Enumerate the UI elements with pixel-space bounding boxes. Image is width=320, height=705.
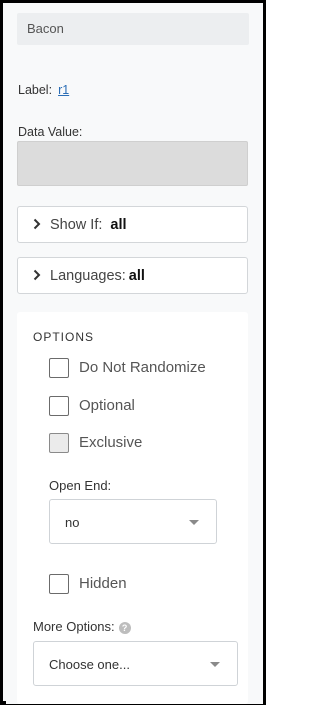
languages-toggle[interactable]: Languages: all [17,257,248,294]
languages-value: all [128,268,145,284]
show-if-value: all [110,217,127,233]
label-link[interactable]: r1 [58,83,69,97]
dropdown-caret-icon [210,662,220,667]
open-end-value: no [65,515,80,530]
do-not-randomize-checkbox[interactable] [49,358,69,378]
exclusive-checkbox[interactable] [49,433,69,453]
more-options-caption: More Options: [33,619,115,634]
hidden-checkbox[interactable] [49,574,69,594]
hidden-label: Hidden [79,575,127,592]
optional-checkbox[interactable] [49,396,69,416]
element-name-text: Bacon [27,21,64,36]
element-name-field[interactable]: Bacon [17,13,249,45]
question-circle-icon[interactable]: ? [118,621,131,634]
exclusive-label: Exclusive [79,434,143,451]
options-section: OPTIONS Do Not Randomize Optional Exclus… [17,312,248,704]
properties-panel: Bacon Label: r1 Data Value: Show If: all L… [6,6,263,704]
show-if-caption: Show If: [50,217,103,233]
chevron-right-icon [33,218,41,230]
more-options-value: Choose one... [49,657,130,672]
dropdown-caret-icon [189,520,199,525]
show-if-toggle[interactable]: Show If: all [17,206,248,243]
open-end-caption: Open End: [49,478,112,493]
data-value-caption: Data Value: [18,125,83,139]
label-caption: Label: [18,83,53,97]
more-options-caption-row: More Options:? [33,619,131,634]
data-value-field [17,141,248,186]
options-title: OPTIONS [33,330,95,344]
more-options-select[interactable]: Choose one... [33,641,238,686]
languages-caption: Languages: [50,268,126,284]
open-end-select[interactable]: no [49,499,217,544]
optional-label: Optional [79,397,135,414]
do-not-randomize-label: Do Not Randomize [79,359,206,376]
label-row: Label: r1 [18,83,69,97]
window-frame: Bacon Label: r1 Data Value: Show If: all L… [0,0,266,705]
chevron-right-icon [33,269,41,281]
